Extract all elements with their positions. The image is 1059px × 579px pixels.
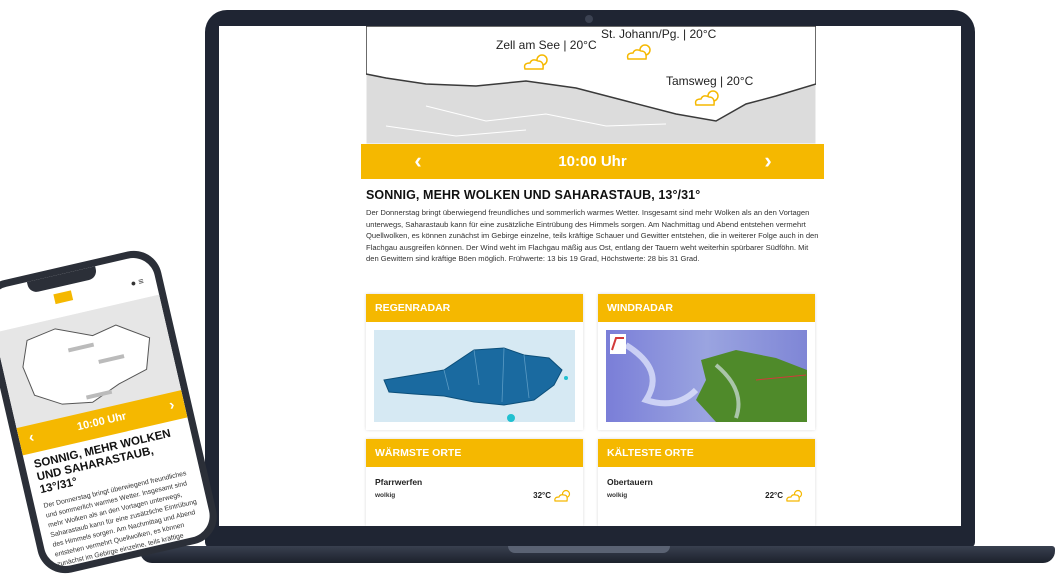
- laptop-notch: [508, 546, 670, 553]
- windradar-card[interactable]: WINDRADAR: [598, 294, 815, 430]
- time-navigation-bar: ‹ 10:00 Uhr ›: [361, 144, 824, 179]
- partly-cloudy-icon: [554, 489, 571, 502]
- place-name: Pfarrwerfen: [375, 477, 423, 487]
- coldest-places-card[interactable]: KÄLTESTE ORTE Obertauern wolkig 22°C: [598, 439, 815, 526]
- rain-radar-image: [374, 330, 575, 422]
- place-name: Obertauern: [607, 477, 653, 487]
- partly-cloudy-icon: [626, 44, 651, 60]
- phone-mockup: ● ≡ ‹ 10:00 Uhr › SONNIG, MEHR WOLKEN UN…: [0, 245, 223, 579]
- coldest-places-title: KÄLTESTE ORTE: [598, 439, 815, 467]
- warmest-places-card[interactable]: WÄRMSTE ORTE Pfarrwerfen wolkig 32°C: [366, 439, 583, 526]
- laptop-screen: Zell am See | 20°C St. Johann/Pg. | 20°C…: [219, 26, 961, 526]
- weather-condition: wolkig: [375, 492, 396, 499]
- wind-radar-image: [606, 330, 807, 422]
- regenradar-title: REGENRADAR: [366, 294, 583, 322]
- header-icons: ● ≡: [130, 276, 145, 289]
- regenradar-card[interactable]: REGENRADAR: [366, 294, 583, 430]
- city-label: St. Johann/Pg. | 20°C: [601, 27, 717, 41]
- logo: [53, 290, 74, 305]
- temperature-value: 22°C: [765, 491, 783, 500]
- partly-cloudy-icon: [523, 54, 548, 70]
- laptop-camera: [585, 15, 593, 23]
- salzburg-map: Zell am See | 20°C St. Johann/Pg. | 20°C…: [366, 26, 816, 144]
- forecast-section: SONNIG, MEHR WOLKEN UND SAHARASTAUB, 13°…: [366, 188, 821, 265]
- temperature-value: 32°C: [533, 491, 551, 500]
- forecast-text: Der Donnerstag bringt überwiegend freund…: [366, 208, 819, 263]
- partly-cloudy-icon: [786, 489, 803, 502]
- user-icon[interactable]: ●: [130, 278, 138, 289]
- city-label: Tamsweg | 20°C: [666, 74, 754, 88]
- weather-condition: wolkig: [607, 492, 628, 499]
- warmest-places-title: WÄRMSTE ORTE: [366, 439, 583, 467]
- menu-icon[interactable]: ≡: [137, 276, 144, 287]
- next-time-button[interactable]: ›: [753, 148, 783, 174]
- partly-cloudy-icon: [694, 90, 719, 106]
- forecast-title: SONNIG, MEHR WOLKEN UND SAHARASTAUB, 13°…: [366, 188, 701, 202]
- city-label: Zell am See | 20°C: [496, 38, 597, 52]
- windradar-title: WINDRADAR: [598, 294, 815, 322]
